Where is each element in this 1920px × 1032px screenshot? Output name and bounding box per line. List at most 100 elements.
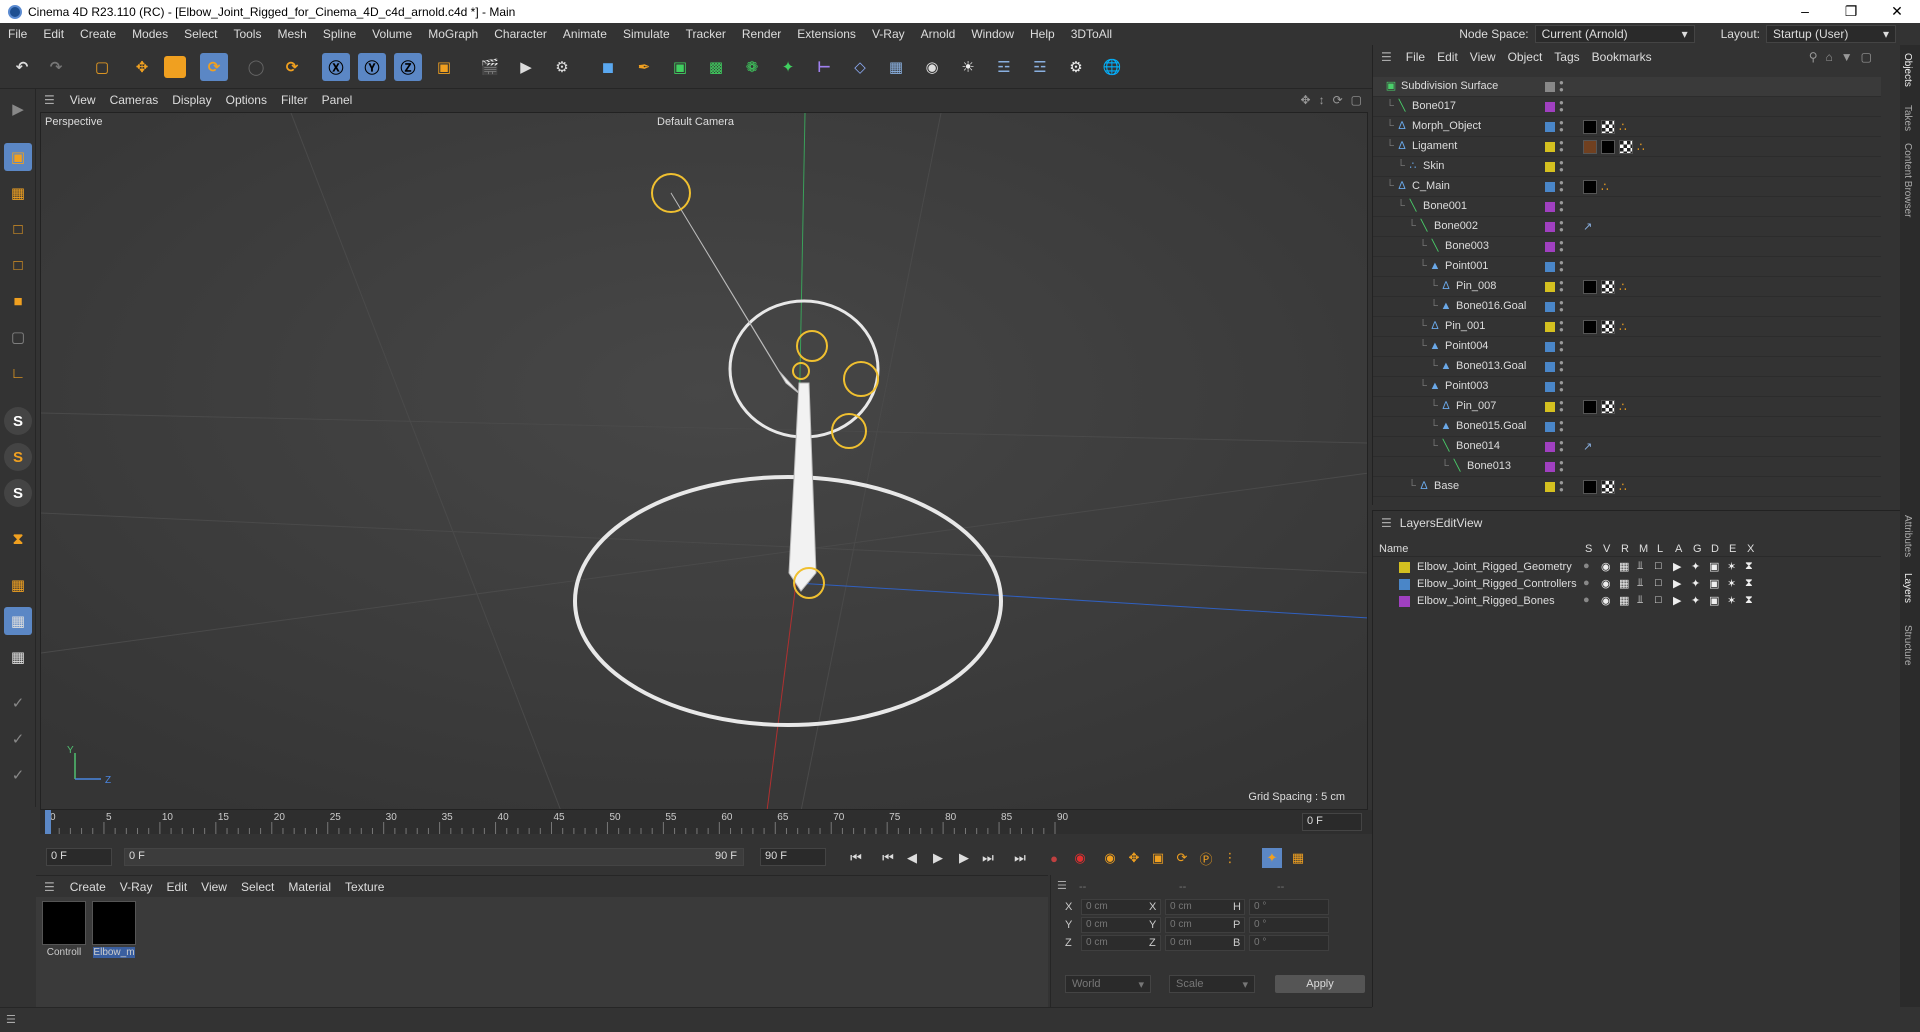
minimize-icon[interactable]: –	[1782, 3, 1828, 20]
right-tab-structure[interactable]: Structure	[1902, 625, 1913, 666]
visibility-dots-icon[interactable]: ● ●	[1559, 359, 1565, 374]
texture-tag-icon[interactable]	[1601, 320, 1615, 334]
magnet-icon[interactable]: ⧗	[4, 525, 32, 553]
layer-toggle-icon[interactable]: ⫫	[1637, 594, 1643, 607]
object-row[interactable]: └ ▲ Point004 ● ●	[1373, 337, 1881, 357]
move-tool-icon[interactable]: ✥	[128, 53, 156, 81]
mograph-icon[interactable]: ✦	[774, 53, 802, 81]
deformer-icon[interactable]: ⊢	[810, 53, 838, 81]
scale-tool-icon[interactable]	[164, 56, 186, 78]
visibility-dots-icon[interactable]: ● ●	[1559, 399, 1565, 414]
layer-color-swatch[interactable]	[1545, 142, 1555, 152]
menu-modes[interactable]: Modes	[124, 27, 176, 41]
object-menu-file[interactable]: File	[1400, 50, 1431, 64]
layer-toggle-icon[interactable]: ▶	[1673, 594, 1681, 607]
texture-tag-icon[interactable]	[1601, 120, 1615, 134]
layer-toggle-icon[interactable]: ⫫	[1637, 560, 1643, 573]
visibility-dots-icon[interactable]: ● ●	[1559, 99, 1565, 114]
menu-file[interactable]: File	[0, 27, 35, 41]
object-row[interactable]: └ ▲ Bone016.Goal ● ●	[1373, 297, 1881, 317]
material-tag[interactable]	[1583, 280, 1597, 294]
material-swatch[interactable]: Controll	[42, 901, 86, 958]
layer-toggle-icon[interactable]: ✶	[1727, 577, 1736, 590]
layer-color-swatch[interactable]	[1399, 596, 1410, 607]
menu-arnold[interactable]: Arnold	[913, 27, 964, 41]
search-icon[interactable]: ⚲	[1809, 50, 1818, 64]
layer-toggle-icon[interactable]: □	[1655, 560, 1662, 572]
material-tag[interactable]	[1601, 140, 1615, 154]
visibility-dots-icon[interactable]: ● ●	[1559, 159, 1565, 174]
playhead[interactable]	[45, 810, 51, 834]
autokey-icon[interactable]: ◉	[1070, 848, 1090, 868]
globe-icon[interactable]: 🌐	[1098, 53, 1126, 81]
layer-color-swatch[interactable]	[1545, 362, 1555, 372]
visibility-dots-icon[interactable]: ● ●	[1559, 479, 1565, 494]
menu-simulate[interactable]: Simulate	[615, 27, 678, 41]
menu-select[interactable]: Select	[176, 27, 225, 41]
layer-toggle-icon[interactable]: ▣	[1709, 560, 1719, 573]
y-axis-lock-icon[interactable]: Ⓨ	[358, 53, 386, 81]
layer-color-swatch[interactable]	[1399, 562, 1410, 573]
layer-row[interactable]: Elbow_Joint_Rigged_Geometry ● ◉ ▦ ⫫ □ ▶ ✦ ▣ ✶ ⧗	[1373, 559, 1881, 576]
material-tag[interactable]	[1583, 320, 1597, 334]
cube-icon[interactable]: ◼	[594, 53, 622, 81]
hamburger-icon[interactable]: ☰	[1373, 50, 1400, 64]
layer-toggle-icon[interactable]: ✦	[1691, 577, 1700, 590]
brush-icon[interactable]: ✓	[4, 761, 32, 789]
rotate-tool-icon[interactable]: ⟳	[200, 53, 228, 81]
object-menu-tags[interactable]: Tags	[1548, 50, 1585, 64]
locked-workplane-icon[interactable]: ▦	[4, 643, 32, 671]
layer-toggle-icon[interactable]: ◉	[1601, 594, 1611, 607]
visibility-dots-icon[interactable]: ● ●	[1559, 259, 1565, 274]
texture-tag-icon[interactable]	[1619, 140, 1633, 154]
texture-mode-icon[interactable]: ▦	[4, 179, 32, 207]
viewport-menu-display[interactable]: Display	[165, 93, 218, 107]
menu-extensions[interactable]: Extensions	[789, 27, 864, 41]
object-row[interactable]: └ ╲ Bone014 ● ● ↗	[1373, 437, 1881, 457]
object-row[interactable]: └ ╲ Bone003 ● ●	[1373, 237, 1881, 257]
play-icon[interactable]: ▶	[928, 848, 948, 868]
layer-color-swatch[interactable]	[1545, 342, 1555, 352]
node-space-dropdown[interactable]: Current (Arnold) ▾	[1534, 25, 1695, 43]
coord-field[interactable]: 0 °	[1249, 917, 1329, 933]
maximize-icon[interactable]: ❐	[1828, 3, 1874, 20]
record-icon[interactable]: ●	[1044, 848, 1064, 868]
hamburger-icon[interactable]: ☰	[36, 880, 63, 894]
right-tab-objects[interactable]: Objects	[1902, 53, 1913, 87]
material-menu-v-ray[interactable]: V-Ray	[113, 880, 160, 894]
timeline-ruler[interactable]: 0 5 10 15 20 25 30 35 40 45 50 55 60 65 70 75 80 85 90 0 F	[40, 810, 1372, 834]
live-selection-icon[interactable]: ▢	[88, 53, 116, 81]
object-row[interactable]: └ ∆ Pin_007 ● ● ∴	[1373, 397, 1881, 417]
visibility-dots-icon[interactable]: ● ●	[1559, 459, 1565, 474]
material-tag-icon[interactable]: ∴	[1619, 480, 1633, 494]
layer-color-swatch[interactable]	[1545, 242, 1555, 252]
axis-mode-icon[interactable]: ∟	[4, 359, 32, 387]
object-row[interactable]: └ ∆ Pin_001 ● ● ∴	[1373, 317, 1881, 337]
layer-toggle-icon[interactable]: ▦	[1619, 560, 1629, 573]
render-view-icon[interactable]: ▶	[512, 53, 540, 81]
material-tag-icon[interactable]: ∴	[1601, 180, 1615, 194]
texture-tag-icon[interactable]	[1601, 480, 1615, 494]
layout-dropdown[interactable]: Startup (User) ▾	[1766, 25, 1896, 43]
previous-key-icon[interactable]: ⏮	[878, 848, 898, 868]
layer-toggle-icon[interactable]: □	[1655, 594, 1662, 606]
material-menu-select[interactable]: Select	[234, 880, 281, 894]
layer-color-swatch[interactable]	[1545, 282, 1555, 292]
menu-3dtoall[interactable]: 3DToAll	[1063, 27, 1120, 41]
go-to-start-icon[interactable]: ⏮	[846, 848, 866, 868]
z-axis-lock-icon[interactable]: Ⓩ	[394, 53, 422, 81]
recent-tool-icon[interactable]: ◯	[242, 53, 270, 81]
filter-icon[interactable]: ▼	[1841, 50, 1853, 64]
light-icon[interactable]: ☀	[954, 53, 982, 81]
layer-toggle-icon[interactable]: ●	[1583, 577, 1590, 589]
material-tag[interactable]	[1583, 140, 1597, 154]
layer-menu-edit[interactable]: Edit	[1436, 516, 1457, 530]
range-slider[interactable]: 0 F 90 F	[124, 848, 744, 866]
gear-icon[interactable]: ⚙	[1062, 53, 1090, 81]
layer-color-swatch[interactable]	[1545, 402, 1555, 412]
visibility-dots-icon[interactable]: ● ●	[1559, 439, 1565, 454]
render-region-icon[interactable]: 🎬	[476, 53, 504, 81]
layer-toggle-icon[interactable]: ◉	[1601, 560, 1611, 573]
layer-toggle-icon[interactable]: ⧗	[1745, 560, 1753, 573]
menu-create[interactable]: Create	[72, 27, 124, 41]
